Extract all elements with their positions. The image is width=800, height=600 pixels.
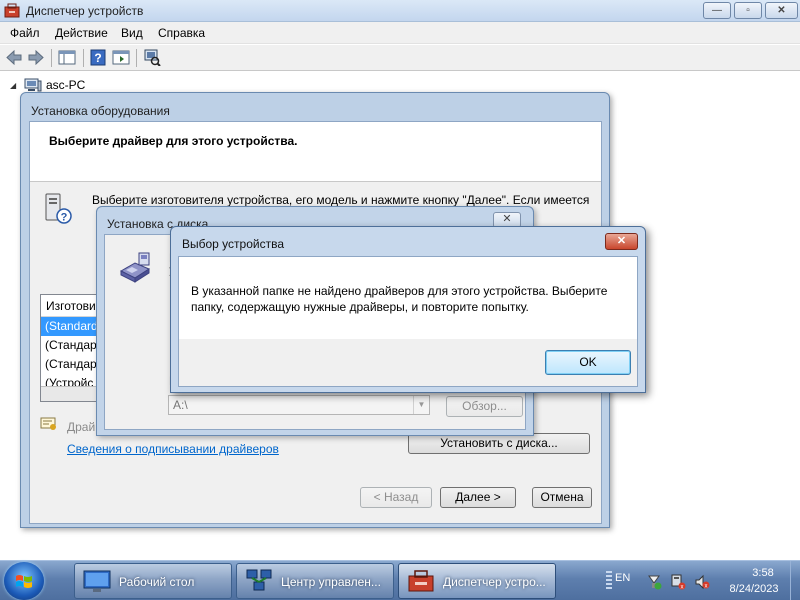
device-manager-icon (4, 3, 20, 18)
show-desktop-button[interactable] (790, 561, 800, 600)
menu-view[interactable]: Вид (121, 26, 143, 40)
menu-bar: Файл Действие Вид Справка (0, 22, 800, 44)
path-combobox[interactable]: A:\ ▼ (168, 395, 430, 415)
volume-muted-icon[interactable]: x (694, 574, 710, 590)
tree-root-label[interactable]: asc-PC (46, 78, 85, 92)
toolbar-separator (51, 49, 52, 67)
close-button[interactable]: ✕ (765, 2, 798, 19)
tray-grip (606, 571, 612, 591)
floppy-disk-icon (119, 252, 151, 283)
taskbar: Рабочий стол Центр управлен... Диспетчер… (0, 560, 800, 600)
browse-button[interactable]: Обзор... (446, 396, 523, 417)
tree-view-icon[interactable] (58, 49, 76, 66)
menu-action[interactable]: Действие (55, 26, 108, 40)
windows-logo-icon (16, 575, 32, 588)
next-button[interactable]: Далее > (440, 487, 516, 508)
error-message: В указанной папке не найдено драйверов д… (191, 284, 608, 314)
clock-date[interactable]: 8/24/2023 (722, 583, 786, 595)
toolbar-separator (83, 49, 84, 67)
toolbar: ? (0, 45, 800, 71)
hardware-help-icon: ? (45, 193, 72, 224)
select-device-dialog: Выбор устройства ✕ В указанной папке не … (170, 226, 646, 393)
taskbar-item-desktop[interactable]: Рабочий стол (74, 563, 232, 599)
wizard-header: Выберите драйвер для этого устройства. (30, 122, 601, 182)
dialog-title: Установка оборудования (31, 104, 170, 118)
taskbar-item-network-center[interactable]: Центр управлен... (236, 563, 394, 599)
install-from-disk-button[interactable]: Установить с диска... (408, 433, 590, 454)
action-center-icon[interactable] (646, 574, 662, 590)
maximize-button[interactable]: ▫ (734, 2, 762, 19)
back-arrow-icon[interactable] (5, 49, 23, 66)
computer-icon (24, 78, 42, 92)
window-title: Диспетчер устройств (26, 4, 144, 18)
ok-button[interactable]: OK (545, 350, 631, 375)
title-bar: Диспетчер устройств — ▫ ✕ (0, 0, 800, 22)
minimize-button[interactable]: — (703, 2, 731, 19)
wizard-description: Выберите изготовителя устройства, его мо… (92, 193, 590, 207)
toolbar-separator (136, 49, 137, 67)
help-icon[interactable]: ? (90, 49, 106, 66)
manufacturer-list[interactable]: Изготови (Standard (Стандарт (Стандарт (… (40, 294, 100, 402)
network-center-icon (246, 569, 272, 591)
system-tray: EN x x 3:58 8/24/2023 (598, 561, 800, 600)
driver-signing-link[interactable]: Сведения о подписывании драйверов (67, 442, 279, 456)
properties-pane-icon[interactable] (112, 49, 130, 66)
desktop-icon (83, 570, 111, 592)
taskbar-item-label: Рабочий стол (119, 575, 195, 589)
menu-help[interactable]: Справка (158, 26, 205, 40)
taskbar-item-label: Центр управлен... (281, 575, 381, 589)
scan-hardware-icon[interactable] (143, 49, 161, 66)
svg-text:?: ? (94, 51, 101, 65)
dialog-title: Выбор устройства (182, 237, 285, 251)
chevron-down-icon[interactable]: ▼ (413, 396, 429, 414)
language-indicator[interactable]: EN (615, 572, 630, 584)
taskbar-item-label: Диспетчер устро... (443, 575, 546, 589)
list-item[interactable]: (Стандарт (41, 355, 99, 374)
cancel-button[interactable]: Отмена (532, 487, 592, 508)
close-button[interactable]: ✕ (605, 233, 638, 250)
list-column-header[interactable]: Изготови (41, 295, 99, 317)
collapse-arrow-icon[interactable]: ◢ (10, 81, 16, 90)
list-item[interactable]: (Standard (41, 317, 99, 336)
signed-driver-label: Драй (67, 420, 96, 434)
forward-arrow-icon[interactable] (27, 49, 45, 66)
taskbar-item-device-manager[interactable]: Диспетчер устро... (398, 563, 556, 599)
list-item[interactable]: (Стандарт (41, 336, 99, 355)
signed-driver-icon (40, 417, 56, 430)
start-button[interactable] (4, 562, 44, 600)
device-manager-icon (408, 570, 434, 592)
message-area: В указанной папке не найдено драйверов д… (179, 257, 637, 339)
svg-text:x: x (705, 584, 708, 590)
wizard-heading: Выберите драйвер для этого устройства. (49, 134, 298, 148)
clock-time[interactable]: 3:58 (736, 567, 790, 579)
path-value: A:\ (173, 398, 188, 412)
menu-file[interactable]: Файл (10, 26, 40, 40)
network-error-icon[interactable]: x (670, 574, 686, 590)
horizontal-scrollbar[interactable] (41, 386, 99, 401)
back-button[interactable]: < Назад (360, 487, 432, 508)
dialog-client-area: В указанной папке не найдено драйверов д… (178, 256, 638, 387)
svg-text:x: x (681, 585, 684, 591)
svg-text:?: ? (61, 212, 68, 224)
